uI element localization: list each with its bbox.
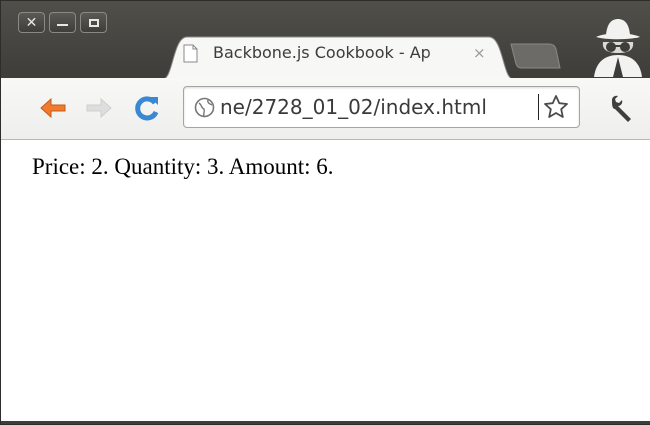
maximize-icon bbox=[88, 18, 99, 27]
window-bottom-border bbox=[1, 421, 650, 424]
address-input[interactable]: ne/2728_01_02/index.html bbox=[220, 94, 539, 120]
window-minimize-button[interactable] bbox=[49, 12, 76, 33]
tab-title: Backbone.js Cookbook - Ap bbox=[213, 43, 431, 62]
forward-arrow-icon bbox=[86, 97, 112, 119]
star-icon[interactable] bbox=[542, 94, 570, 120]
close-icon: ✕ bbox=[25, 14, 38, 31]
tab-active[interactable]: Backbone.js Cookbook - Ap × bbox=[163, 35, 513, 79]
back-arrow-icon bbox=[40, 97, 66, 119]
globe-icon bbox=[194, 97, 215, 118]
address-bar[interactable]: ne/2728_01_02/index.html bbox=[183, 86, 580, 128]
tab-close-button[interactable]: × bbox=[473, 44, 486, 62]
new-tab-button[interactable] bbox=[509, 43, 561, 69]
wrench-icon[interactable] bbox=[607, 94, 637, 124]
reload-icon bbox=[135, 96, 159, 121]
toolbar: ne/2728_01_02/index.html bbox=[1, 78, 650, 140]
back-button[interactable] bbox=[38, 94, 68, 122]
window-maximize-button[interactable] bbox=[80, 12, 107, 33]
result-text: Price: 2. Quantity: 3. Amount: 6. bbox=[32, 154, 334, 179]
title-bar: ✕ Backbone.js Cookbook - Ap × bbox=[1, 1, 650, 79]
minimize-icon bbox=[57, 23, 68, 26]
forward-button[interactable] bbox=[84, 94, 114, 122]
window-close-button[interactable]: ✕ bbox=[18, 12, 45, 33]
browser-window: ✕ Backbone.js Cookbook - Ap × ne/2728_01… bbox=[0, 0, 650, 425]
incognito-icon bbox=[594, 19, 642, 77]
page-icon bbox=[183, 44, 198, 63]
page-content: Price: 2. Quantity: 3. Amount: 6. bbox=[1, 140, 650, 424]
reload-button[interactable] bbox=[132, 94, 162, 122]
